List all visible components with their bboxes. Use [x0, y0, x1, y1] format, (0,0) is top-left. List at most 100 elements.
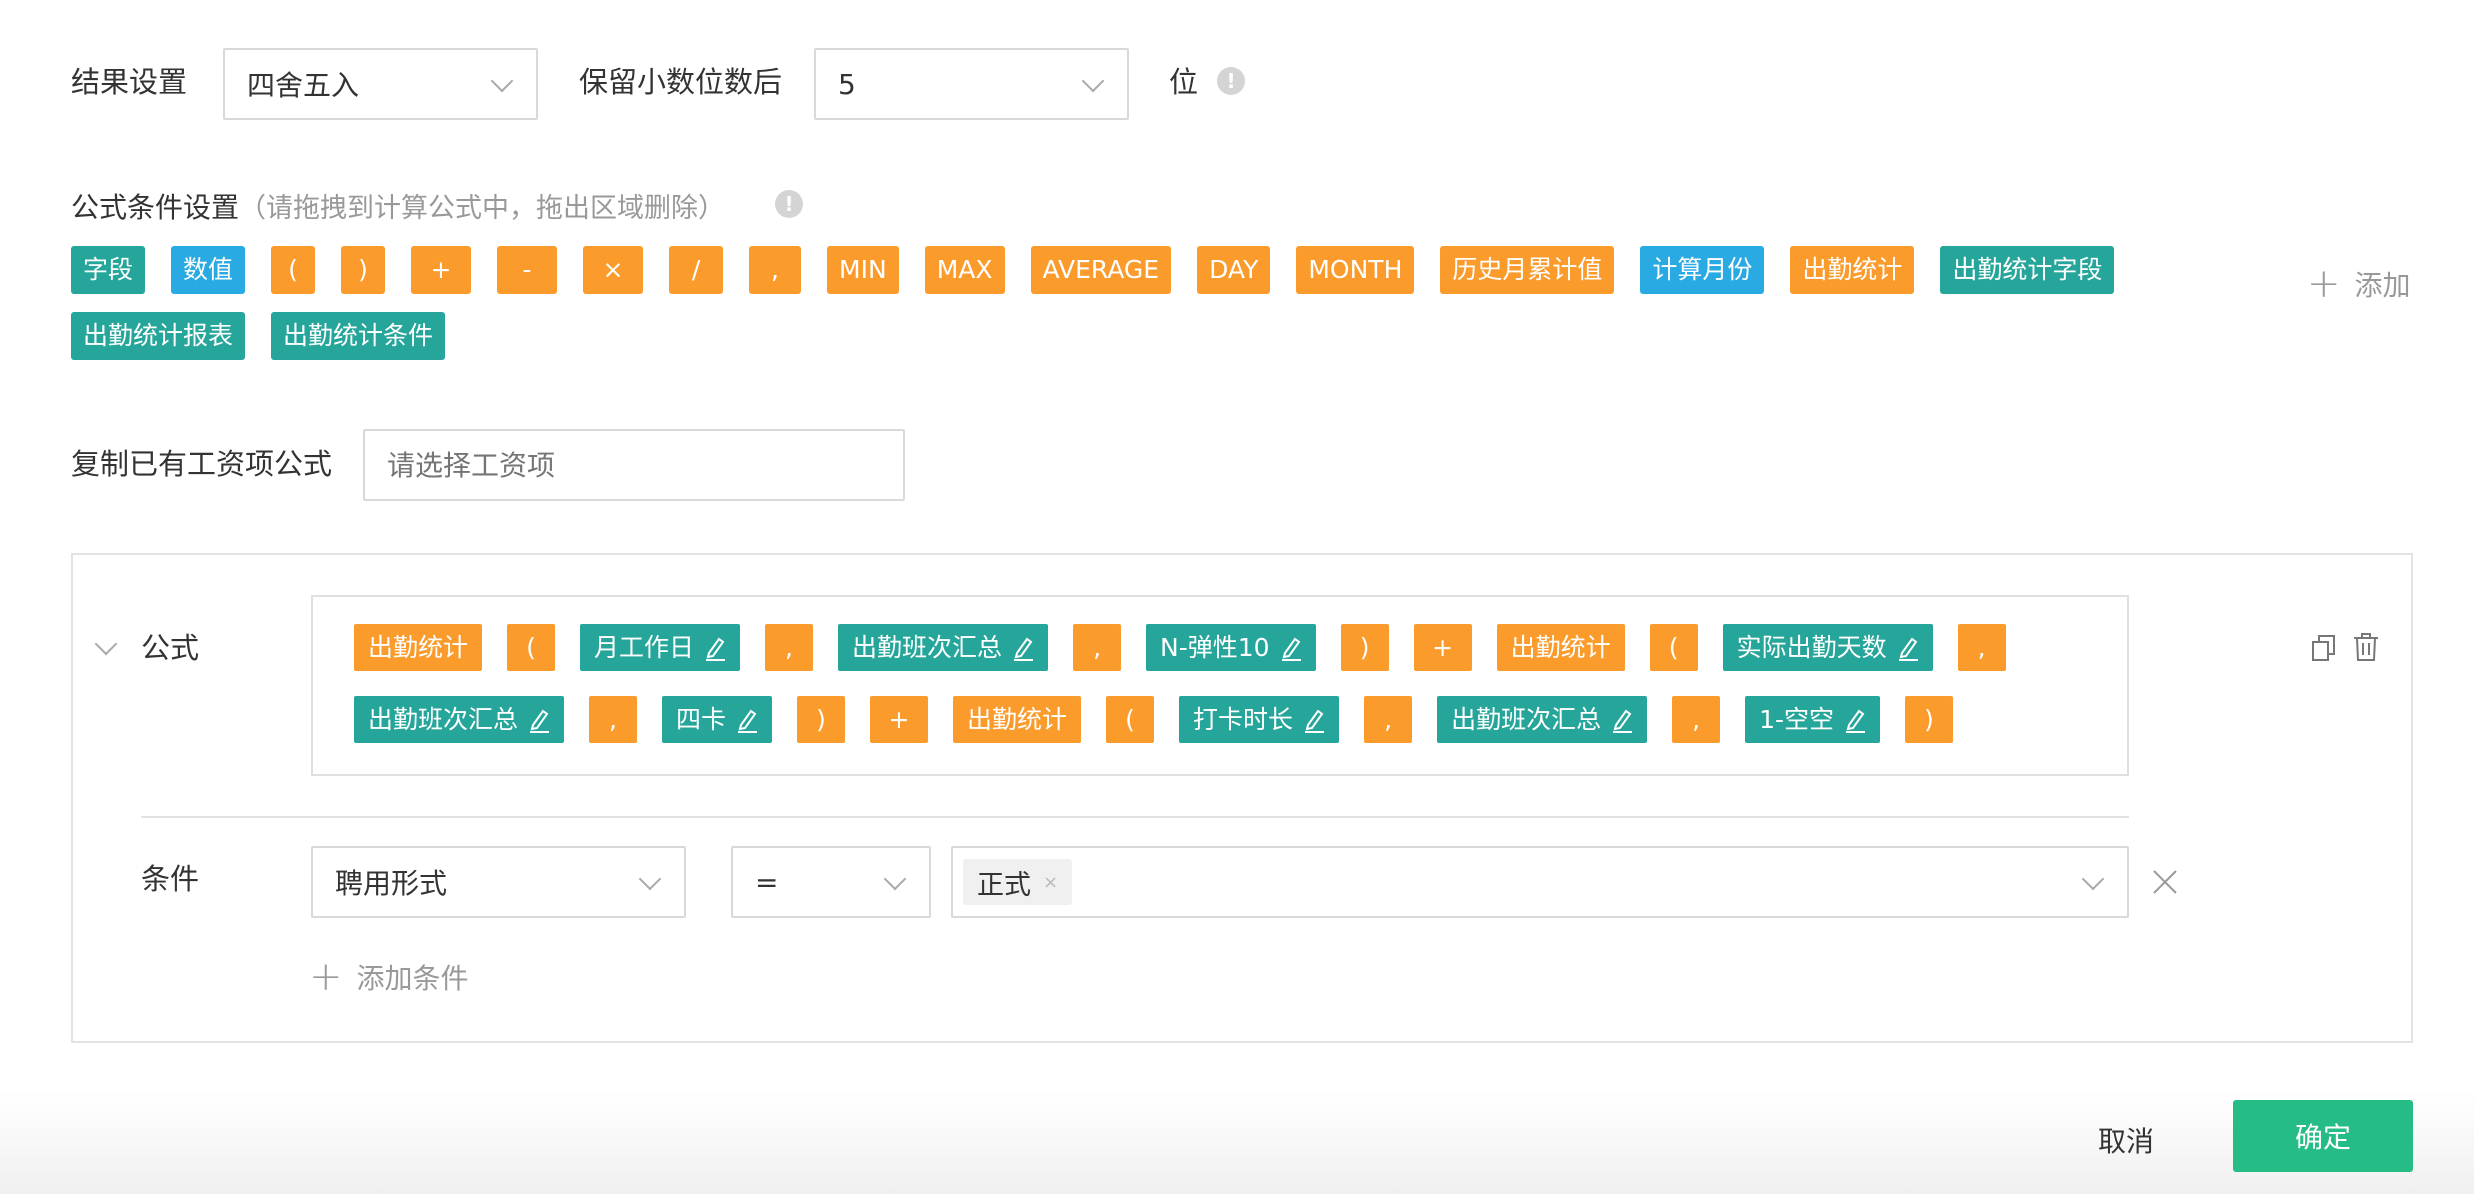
token-label: ,: [1384, 705, 1393, 734]
formula-token[interactable]: 出勤班次汇总: [1437, 696, 1648, 743]
chip-attendance-report[interactable]: 出勤统计报表: [71, 312, 246, 360]
formula-token[interactable]: (: [507, 624, 556, 671]
formula-token[interactable]: N-弹性10: [1146, 624, 1316, 671]
chip-right-paren[interactable]: ): [341, 246, 386, 294]
cancel-button[interactable]: 取消: [2098, 1120, 2154, 1160]
tag-remove-icon[interactable]: ×: [1043, 872, 1058, 893]
formula-token[interactable]: 月工作日: [580, 624, 741, 671]
edit-pen-icon[interactable]: [1012, 635, 1034, 661]
token-label: 出勤统计: [1510, 633, 1611, 662]
chip-field[interactable]: 字段: [71, 246, 146, 294]
add-chip-label: 添加: [2354, 269, 2411, 302]
token-label: 出勤统计: [368, 633, 469, 662]
token-label: ,: [1093, 633, 1102, 662]
palette-header: 公式条件设置（请拖拽到计算公式中，拖出区域删除）: [71, 186, 725, 226]
chip-multiply[interactable]: ×: [583, 246, 644, 294]
chip-divide[interactable]: /: [669, 246, 724, 294]
palette-title: 公式条件设置: [71, 191, 240, 224]
edit-pen-icon[interactable]: [1303, 707, 1325, 733]
formula-token[interactable]: 1-空空: [1745, 696, 1881, 743]
chip-month[interactable]: MONTH: [1296, 246, 1415, 294]
chip-min[interactable]: MIN: [827, 246, 899, 294]
condition-operator-value: =: [755, 865, 779, 899]
token-label: 四卡: [676, 705, 727, 734]
edit-pen-icon[interactable]: [1611, 707, 1633, 733]
token-label: 打卡时长: [1193, 705, 1294, 734]
formula-token[interactable]: ,: [765, 624, 814, 671]
value-tag-label: 正式: [977, 869, 1031, 901]
formula-token[interactable]: ): [1340, 624, 1389, 671]
trash-icon[interactable]: [2353, 632, 2379, 662]
info-icon[interactable]: !: [775, 190, 803, 218]
formula-token[interactable]: 出勤统计: [1496, 624, 1625, 671]
copy-formula-label: 复制已有工资项公式: [71, 447, 333, 481]
decimal-places-value: 5: [838, 67, 856, 101]
token-label: ): [816, 705, 826, 734]
condition-field-select[interactable]: 聘用形式: [311, 846, 686, 918]
edit-pen-icon[interactable]: [1280, 635, 1302, 661]
formula-token[interactable]: ,: [1672, 696, 1721, 743]
token-label: 出勤统计: [967, 705, 1068, 734]
chip-calc-month[interactable]: 计算月份: [1640, 246, 1765, 294]
decimal-places-select[interactable]: 5: [814, 48, 1129, 120]
chip-number[interactable]: 数值: [171, 246, 246, 294]
chip-comma[interactable]: ,: [749, 246, 802, 294]
formula-token[interactable]: (: [1649, 624, 1698, 671]
chip-day[interactable]: DAY: [1197, 246, 1271, 294]
unit-label: 位: [1169, 65, 1199, 99]
chevron-down-icon: [1081, 69, 1105, 93]
formula-token[interactable]: ): [1905, 696, 1954, 743]
chip-plus[interactable]: +: [411, 246, 472, 294]
token-label: 出勤班次汇总: [368, 705, 519, 734]
formula-token[interactable]: ,: [1364, 696, 1413, 743]
edit-pen-icon[interactable]: [1844, 707, 1866, 733]
chip-attendance-stats[interactable]: 出勤统计: [1790, 246, 1915, 294]
confirm-button[interactable]: 确定: [2233, 1100, 2413, 1172]
remove-condition-icon[interactable]: [2152, 869, 2178, 895]
formula-token[interactable]: 四卡: [662, 696, 773, 743]
token-label: 出勤班次汇总: [1451, 705, 1602, 734]
chip-average[interactable]: AVERAGE: [1030, 246, 1172, 294]
formula-token[interactable]: 实际出勤天数: [1722, 624, 1933, 671]
token-label: +: [1432, 633, 1454, 662]
rounding-select[interactable]: 四舍五入: [223, 48, 538, 120]
token-label: ,: [1977, 633, 1986, 662]
chip-history-cumulative[interactable]: 历史月累计值: [1440, 246, 1615, 294]
info-icon[interactable]: !: [1217, 67, 1245, 95]
formula-token[interactable]: 出勤班次汇总: [354, 696, 565, 743]
chip-attendance-field[interactable]: 出勤统计字段: [1940, 246, 2115, 294]
copy-icon[interactable]: [2311, 634, 2337, 662]
result-settings-label: 结果设置: [71, 65, 188, 99]
chip-minus[interactable]: -: [497, 246, 558, 294]
formula-token[interactable]: (: [1106, 696, 1155, 743]
formula-token[interactable]: 出勤班次汇总: [838, 624, 1049, 671]
add-condition-button[interactable]: + 添加条件: [309, 957, 469, 997]
chevron-down-icon[interactable]: [883, 867, 907, 891]
formula-token[interactable]: ,: [589, 696, 638, 743]
copy-formula-select[interactable]: [363, 429, 905, 501]
chevron-down-icon: [490, 69, 514, 93]
condition-operator-select[interactable]: =: [731, 846, 931, 918]
edit-pen-icon[interactable]: [528, 707, 550, 733]
edit-pen-icon[interactable]: [1897, 635, 1919, 661]
chip-attendance-condition[interactable]: 出勤统计条件: [271, 312, 446, 360]
edit-pen-icon[interactable]: [736, 707, 758, 733]
formula-token[interactable]: 打卡时长: [1179, 696, 1340, 743]
formula-token[interactable]: 出勤统计: [354, 624, 483, 671]
edit-pen-icon[interactable]: [704, 635, 726, 661]
chip-max[interactable]: MAX: [924, 246, 1005, 294]
formula-token[interactable]: ,: [1957, 624, 2006, 671]
formula-token[interactable]: +: [870, 696, 929, 743]
formula-editor[interactable]: 出勤统计 ( 月工作日 , 出勤班次汇总 , N-弹性10 ) + 出勤统计 (…: [311, 595, 2129, 776]
add-chip-button[interactable]: + 添加: [2307, 264, 2411, 304]
formula-token[interactable]: ,: [1073, 624, 1122, 671]
formula-token[interactable]: ): [797, 696, 846, 743]
formula-token[interactable]: 出勤统计: [953, 696, 1082, 743]
formula-token[interactable]: +: [1413, 624, 1472, 671]
rounding-value: 四舍五入: [247, 69, 360, 102]
chevron-down-icon[interactable]: [2081, 867, 2105, 891]
condition-value-select[interactable]: [951, 846, 2129, 918]
chevron-down-icon[interactable]: [638, 867, 662, 891]
chip-left-paren[interactable]: (: [271, 246, 316, 294]
divider: [141, 816, 2129, 818]
